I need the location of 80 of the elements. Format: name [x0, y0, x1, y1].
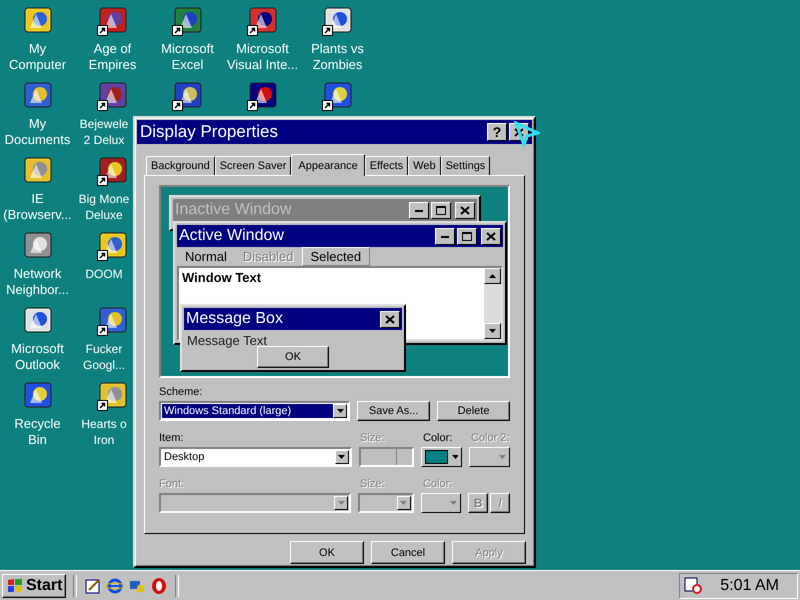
icon-label[interactable]: Age of Empires [88, 41, 136, 73]
field-label: Font: [159, 478, 186, 490]
icon-label[interactable]: My Documents [4, 116, 70, 148]
message-text: Message Text [187, 333, 268, 348]
menu-item[interactable]: Normal [177, 248, 235, 265]
clock: 5:01 AM [720, 576, 779, 594]
close-icon [385, 314, 395, 324]
icon-label[interactable]: DOOM [75, 266, 133, 282]
icon-label[interactable]: Fucker Googl... [75, 341, 133, 373]
close-icon [486, 232, 496, 240]
icon-label[interactable]: Microsoft Excel [161, 41, 214, 73]
field-label: Size: [360, 432, 386, 444]
pencil-icon[interactable] [84, 576, 102, 594]
field-label: Scheme: [159, 386, 204, 398]
minimize-icon [441, 234, 449, 238]
active-window-title: Active Window [179, 227, 285, 245]
scroll-up-icon [489, 274, 496, 278]
tab[interactable]: Web [408, 156, 441, 175]
icon-label[interactable]: Hearts o Iron [75, 416, 133, 448]
field-label: Size: [360, 478, 386, 490]
scheduler-icon[interactable] [684, 576, 704, 594]
save-as-button[interactable]: Save As... [357, 401, 430, 421]
dropdown-arrow-icon [400, 501, 408, 505]
icon-label[interactable]: Big Mone Deluxe [75, 191, 133, 223]
dialog-button[interactable]: OK [290, 541, 364, 564]
size-spinner[interactable] [358, 447, 414, 467]
icon-label[interactable]: Network Neighbor... [6, 266, 69, 298]
icon-label[interactable]: Microsoft Visual Inte... [226, 41, 298, 73]
font-dropdown[interactable] [159, 493, 352, 513]
windows-flag-icon [6, 578, 24, 594]
delete-button[interactable]: Delete [437, 401, 510, 421]
field-label: Color 2: [471, 432, 510, 444]
field-label: Item: [159, 432, 184, 444]
close-icon [514, 128, 524, 136]
close-button[interactable] [380, 310, 400, 328]
icon-label[interactable]: Recycle Bin [14, 416, 61, 448]
close-button[interactable] [481, 228, 501, 244]
dialog-button[interactable]: Cancel [371, 541, 445, 564]
ok-button[interactable]: OK [257, 346, 329, 368]
dropdown-arrow-icon [336, 409, 344, 413]
dropdown-arrow-icon [338, 501, 345, 505]
maximize-icon [462, 232, 472, 240]
item-dropdown[interactable]: Desktop [159, 447, 352, 467]
minimize-icon [415, 208, 423, 212]
dropdown-arrow-icon [499, 455, 506, 459]
tab[interactable]: Appearance [291, 154, 365, 176]
dropdown-arrow-icon [450, 501, 458, 505]
scrollbar[interactable] [484, 268, 501, 339]
field-label: Color: [423, 432, 454, 444]
icon-label[interactable]: IE (Browserv... [3, 191, 72, 223]
message-box-title: Message Box [186, 310, 284, 328]
help-button[interactable]: ? [487, 123, 507, 141]
minimize-button[interactable] [435, 228, 455, 244]
color-picker-button[interactable] [469, 447, 510, 467]
start-button[interactable]: Start [2, 574, 66, 598]
menu-item[interactable]: Selected [302, 247, 370, 266]
icon-label[interactable]: Bejewele 2 Delux [75, 116, 133, 148]
color-picker-button[interactable] [420, 493, 462, 513]
cursor-icon [514, 121, 540, 147]
scheme-dropdown[interactable]: Windows Standard (large) [159, 401, 350, 421]
browser-icon[interactable] [106, 576, 124, 594]
field-label: Color: [423, 478, 454, 490]
maximize-icon [436, 206, 446, 214]
inactive-window-title: Inactive Window [175, 201, 292, 219]
tab[interactable]: Screen Saver [214, 156, 292, 175]
icon-label[interactable]: Microsoft Outlook [11, 341, 64, 373]
font-size-dropdown[interactable] [358, 493, 414, 513]
dropdown-arrow-icon [338, 455, 346, 459]
icon-label[interactable]: My Computer [8, 41, 66, 73]
close-icon [460, 206, 470, 214]
color-picker-button[interactable] [421, 447, 462, 467]
tab[interactable]: Effects [364, 156, 408, 175]
dropdown-arrow-icon [452, 455, 458, 459]
icon-label[interactable]: Plants vs Zombies [311, 41, 364, 73]
maximize-button[interactable] [457, 228, 477, 244]
scroll-down-icon [489, 329, 496, 333]
window-text: Window Text [182, 270, 262, 285]
window-title: Display Properties [140, 122, 279, 142]
tab[interactable]: Background [146, 156, 215, 175]
tab[interactable]: Settings [440, 156, 490, 175]
